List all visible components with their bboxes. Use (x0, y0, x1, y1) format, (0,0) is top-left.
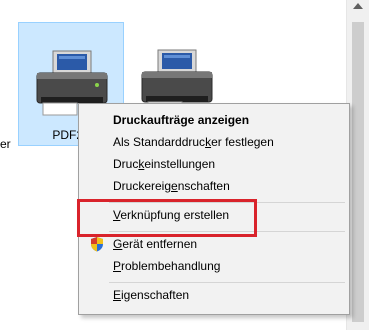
menu-item-show-print-jobs[interactable]: Druckaufträge anzeigen (113, 110, 249, 130)
scrollbar-thumb[interactable] (352, 22, 364, 322)
menu-separator (109, 282, 345, 283)
menu-item-set-default[interactable]: Als Standarddrucker festlegen (113, 132, 274, 152)
uac-shield-icon (91, 237, 103, 252)
menu-item-print-preferences[interactable]: Druckeinstellungen (113, 154, 215, 174)
scroll-up-arrow-icon[interactable] (353, 3, 363, 9)
truncated-item-label: er (0, 137, 11, 151)
menu-item-properties[interactable]: Eigenschaften (113, 285, 189, 305)
menu-item-printer-properties[interactable]: Druckereigenschaften (113, 176, 230, 196)
highlight-annotation-box (77, 199, 257, 237)
menu-item-remove-device[interactable]: Gerät entfernen (113, 234, 197, 254)
menu-item-troubleshoot[interactable]: Problembehandlung (113, 256, 220, 276)
explorer-content-area: er PDF24 Druckaufträge anzeigen Als Stan… (0, 0, 369, 330)
